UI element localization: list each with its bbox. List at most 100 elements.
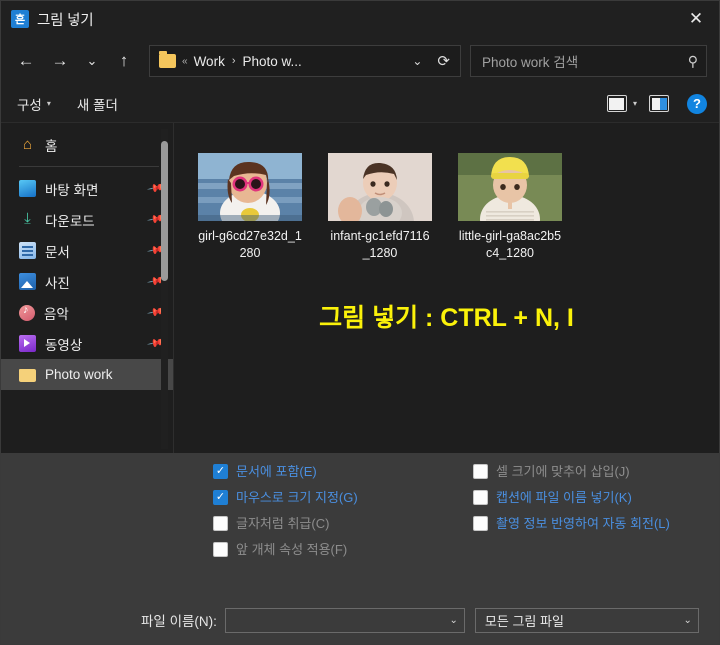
sidebar-item-videos[interactable]: 동영상 📌	[1, 328, 173, 359]
desktop-icon	[19, 180, 36, 197]
option-filename-caption[interactable]: 캡션에 파일 이름 넣기(K)	[473, 489, 673, 506]
chevron-down-icon[interactable]: ⌄	[450, 615, 458, 626]
checkbox[interactable]: ✓	[213, 464, 228, 479]
breadcrumb-item-photo-work[interactable]: Photo w...	[243, 54, 302, 69]
sidebar: ⌂ 홈 바탕 화면 📌 ⤓ 다운로드 📌 문서 📌 사진 📌 ♪ 음악 📌 동영…	[1, 123, 173, 453]
search-box[interactable]: Photo work 검색 ⚲	[470, 45, 707, 77]
option-label: 문서에 포함(E)	[236, 464, 317, 479]
chevron-down-icon: ▾	[46, 99, 51, 108]
documents-icon	[19, 242, 36, 259]
breadcrumb-item-work[interactable]: Work	[194, 54, 225, 69]
filetype-select[interactable]: 모든 그림 파일 ⌄	[474, 607, 699, 633]
help-button[interactable]: ?	[687, 93, 707, 114]
command-toolbar: 구성 ▾ 새 폴더 ▾ ?	[1, 85, 719, 123]
option-label: 셀 크기에 맞추어 삽입(J)	[496, 464, 630, 479]
folder-icon	[159, 51, 176, 68]
music-icon	[19, 304, 35, 321]
option-treat-as-char[interactable]: 글자처럼 취급(C)	[213, 515, 428, 532]
sidebar-item-home[interactable]: ⌂ 홈	[1, 129, 173, 160]
option-fit-to-cell[interactable]: 셀 크기에 맞추어 삽입(J)	[473, 463, 673, 480]
checkbox[interactable]: ✓	[213, 490, 228, 505]
sidebar-item-label: 바탕 화면	[45, 182, 99, 198]
sidebar-item-music[interactable]: 음악 📌	[1, 297, 173, 328]
file-item[interactable]: infant-gc1efd7116_1280	[328, 153, 432, 262]
sidebar-item-photo-work[interactable]: Photo work	[1, 359, 173, 390]
overlay-annotation: 그림 넣기 : CTRL + N, I	[319, 304, 574, 332]
checkbox[interactable]	[213, 542, 228, 557]
address-bar[interactable]: « Work › Photo w... ⌄ ⟳	[149, 45, 461, 77]
preview-pane-icon[interactable]	[649, 95, 669, 112]
file-grid: girl-g6cd27e32d_1280 infant-gc1efd7116_1…	[174, 153, 719, 262]
file-list-pane[interactable]: girl-g6cd27e32d_1280 infant-gc1efd7116_1…	[173, 123, 719, 453]
view-options-icon[interactable]	[606, 95, 627, 112]
file-name: little-girl-ga8ac2b5c4_1280	[458, 229, 562, 260]
back-icon[interactable]: ←	[9, 44, 43, 78]
up-icon[interactable]: ↑	[107, 44, 141, 78]
option-label: 촬영 정보 반영하여 자동 회전(L)	[496, 516, 670, 531]
options-column-left: ✓ 문서에 포함(E) ✓ 마우스로 크기 지정(G) 글자처럼 취급(C) 앞…	[213, 463, 428, 567]
option-label: 캡션에 파일 이름 넣기(K)	[496, 490, 632, 505]
sidebar-divider	[19, 166, 159, 167]
chevron-down-icon[interactable]: ⌄	[406, 54, 428, 68]
sidebar-item-label: 동영상	[45, 337, 83, 353]
sidebar-item-documents[interactable]: 문서 📌	[1, 235, 173, 266]
file-item[interactable]: girl-g6cd27e32d_1280	[198, 153, 302, 262]
breadcrumb-root-separator: «	[182, 55, 188, 67]
filetype-value: 모든 그림 파일	[484, 613, 564, 629]
option-label: 마우스로 크기 지정(G)	[236, 490, 358, 505]
checkbox[interactable]	[473, 464, 488, 479]
option-size-with-mouse[interactable]: ✓ 마우스로 크기 지정(G)	[213, 489, 428, 506]
browser-body: ⌂ 홈 바탕 화면 📌 ⤓ 다운로드 📌 문서 📌 사진 📌 ♪ 음악 📌 동영…	[1, 123, 719, 453]
picture-insert-dialog: 흔 그림 넣기 ✕ ← → ⌄ ↑ « Work › Photo w... ⌄ …	[0, 0, 720, 645]
sidebar-item-label: 문서	[45, 244, 70, 260]
file-item[interactable]: little-girl-ga8ac2b5c4_1280	[458, 153, 562, 262]
checkbox[interactable]	[473, 516, 488, 531]
sidebar-item-label: 다운로드	[45, 213, 95, 229]
download-icon: ⤓	[24, 210, 31, 227]
filename-label: 파일 이름(N):	[141, 614, 217, 629]
option-label: 글자처럼 취급(C)	[236, 516, 330, 531]
thumbnail	[198, 153, 302, 221]
home-icon: ⌂	[22, 136, 33, 153]
organize-label: 구성	[17, 97, 42, 113]
option-label: 앞 개체 속성 적용(F)	[236, 542, 348, 557]
thumbnail	[458, 153, 562, 221]
filename-input[interactable]: ⌄	[224, 607, 465, 633]
organize-button[interactable]: 구성 ▾	[17, 94, 51, 114]
new-folder-button[interactable]: 새 폴더	[77, 94, 118, 114]
pictures-icon	[19, 273, 36, 290]
videos-icon	[19, 335, 36, 352]
option-include-in-document[interactable]: ✓ 문서에 포함(E)	[213, 463, 428, 480]
sidebar-item-label: 음악	[44, 306, 69, 322]
refresh-icon[interactable]: ⟳	[433, 52, 454, 70]
forward-icon[interactable]: →	[43, 44, 77, 78]
checkbox[interactable]	[213, 516, 228, 531]
sidebar-scrollbar-thumb[interactable]	[161, 141, 168, 281]
new-folder-label: 새 폴더	[76, 97, 118, 113]
options-panel: ✓ 문서에 포함(E) ✓ 마우스로 크기 지정(G) 글자처럼 취급(C) 앞…	[1, 453, 719, 596]
recent-locations-icon[interactable]: ⌄	[77, 44, 107, 78]
option-auto-rotate-exif[interactable]: 촬영 정보 반영하여 자동 회전(L)	[473, 515, 673, 532]
sidebar-item-pictures[interactable]: 사진 📌	[1, 266, 173, 297]
search-icon: ⚲	[687, 52, 698, 69]
sidebar-item-label: 홈	[45, 138, 58, 154]
folder-icon	[19, 369, 36, 382]
options-column-right: 셀 크기에 맞추어 삽입(J) 캡션에 파일 이름 넣기(K) 촬영 정보 반영…	[473, 463, 673, 541]
dialog-footer: 파일 이름(N): ⌄ 모든 그림 파일 ⌄	[1, 596, 719, 644]
chevron-down-icon[interactable]: ⌄	[684, 615, 692, 626]
checkbox[interactable]	[473, 490, 488, 505]
navigation-bar: ← → ⌄ ↑ « Work › Photo w... ⌄ ⟳ Photo wo…	[1, 37, 719, 85]
sidebar-item-desktop[interactable]: 바탕 화면 📌	[1, 173, 173, 204]
toolbar-right-group: ▾ ?	[606, 93, 707, 114]
window-title: 그림 넣기	[37, 12, 94, 29]
breadcrumb-separator: ›	[231, 55, 236, 67]
titlebar: 흔 그림 넣기 ✕	[1, 1, 719, 37]
sidebar-item-label: Photo work	[45, 367, 113, 382]
search-input[interactable]: Photo work 검색	[482, 51, 688, 71]
app-icon: 흔	[11, 10, 29, 28]
chevron-down-icon[interactable]: ▾	[631, 99, 645, 108]
file-name: infant-gc1efd7116_1280	[330, 229, 430, 260]
close-icon[interactable]: ✕	[673, 1, 719, 37]
sidebar-item-downloads[interactable]: ⤓ 다운로드 📌	[1, 204, 173, 235]
option-apply-previous-props[interactable]: 앞 개체 속성 적용(F)	[213, 541, 428, 558]
